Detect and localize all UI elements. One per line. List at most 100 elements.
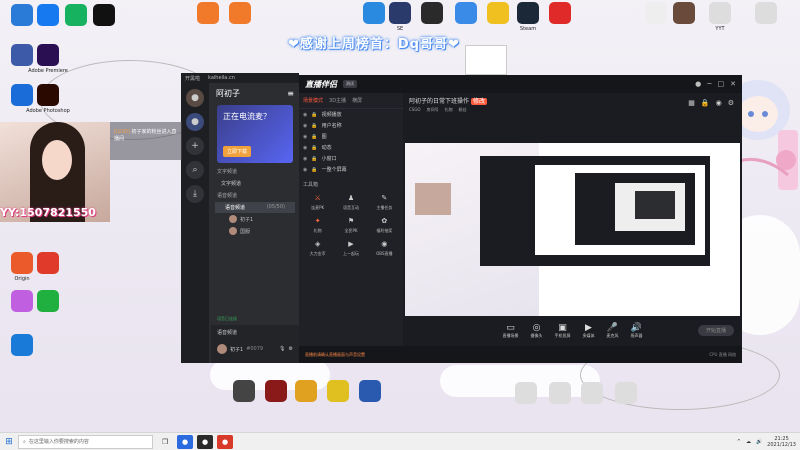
edit-title-button[interactable]: 修改	[470, 98, 487, 105]
media-button[interactable]: ▶ 多媒体	[583, 323, 595, 339]
channel-item[interactable]: 文字频道	[211, 178, 299, 189]
lock-icon[interactable]: 🔒	[311, 123, 317, 129]
browser-taskbar-icon[interactable]: ●	[217, 434, 233, 449]
source-list: ◉ 🔒 视频播放 ◉ 🔒 用户名称 ◉ 🔒 图 ◉ 🔒 动态 ◉ 🔒 小窗口 ◉ 🔒 一整个屏幕	[299, 109, 403, 175]
mic-icon[interactable]: 🎙	[279, 346, 285, 352]
tool-button[interactable]: ◈ 大力金币	[303, 238, 332, 257]
tab-3d[interactable]: 3D主播	[329, 97, 346, 104]
settings-icon[interactable]: ⚙	[289, 346, 293, 352]
server-avatar[interactable]: ●	[186, 113, 204, 131]
microphone-button[interactable]: 🎤 麦克风	[607, 323, 619, 339]
desktop-icon[interactable]	[26, 252, 70, 276]
tool-icon: ⚑	[347, 217, 355, 225]
search-input[interactable]: ⌕ 在这里输入你要搜索的内容	[18, 434, 153, 449]
tab-landscape[interactable]: 横屏	[352, 97, 362, 104]
banner-text: ❤感谢上周榜首：Dq哥哥❤	[288, 37, 460, 52]
eye-icon[interactable]: ◉	[303, 145, 307, 151]
speaker-button[interactable]: 🔊 扬声器	[631, 323, 643, 339]
desktop-icon[interactable]	[82, 4, 126, 28]
desktop-icon[interactable]	[218, 2, 262, 26]
network-icon[interactable]: ☁	[746, 439, 751, 445]
source-item[interactable]: ◉ 🔒 一整个屏幕	[299, 164, 403, 175]
source-item[interactable]: ◉ 🔒 动态	[299, 142, 403, 153]
grid-icon[interactable]: ▦	[688, 99, 695, 107]
go-live-button[interactable]: 开始直播	[697, 325, 734, 336]
tool-icon: ▶	[348, 240, 354, 248]
search-icon[interactable]: ⌕	[186, 161, 204, 179]
taskview-icon[interactable]: ❐	[157, 435, 173, 449]
eye-icon[interactable]: ◉	[303, 156, 307, 162]
volume-icon[interactable]: 🔊	[756, 439, 762, 445]
eye-icon[interactable]: ◉	[716, 99, 722, 107]
stream-badge[interactable]: 测试	[343, 80, 357, 88]
lock-icon[interactable]: 🔒	[311, 156, 317, 162]
tool-button[interactable]: ⚔ 连麦PK	[303, 192, 332, 211]
preview-toolbar: ▦ 🔒 ◉ ⚙	[688, 99, 734, 107]
download-icon[interactable]: ⤓	[186, 185, 204, 203]
scene-button[interactable]: ▭ 直播场景	[503, 323, 519, 339]
promo-download-button[interactable]: 立即下载	[223, 146, 252, 157]
tool-button[interactable]: ✦ 礼物	[303, 215, 332, 234]
windows-start-icon[interactable]: ⊞	[0, 437, 18, 447]
desktop-icon[interactable]	[0, 334, 44, 358]
voice-member[interactable]: 初子1	[211, 213, 299, 225]
eye-icon[interactable]: ◉	[303, 112, 307, 118]
channel-section[interactable]: 文字频道	[211, 165, 299, 178]
add-server-icon[interactable]: +	[186, 137, 204, 155]
desktop-icon[interactable]	[538, 2, 582, 26]
preview-canvas[interactable]	[405, 143, 740, 316]
tool-label: 大力金币	[309, 251, 326, 256]
user-avatar-icon[interactable]: ●	[695, 80, 701, 88]
lock-icon[interactable]: 🔒	[311, 112, 317, 118]
desktop-icon[interactable]	[26, 290, 70, 314]
tool-icon: ♟	[347, 194, 355, 202]
source-item[interactable]: ◉ 🔒 用户名称	[299, 120, 403, 131]
voice-channel-item[interactable]: 语音频道 (05/50)	[215, 202, 295, 213]
tool-button[interactable]: ▶ 上一起玩	[336, 238, 365, 257]
menu-icon[interactable]: ≡	[287, 89, 294, 98]
voice-member[interactable]: 国服	[211, 225, 299, 237]
server-avatar[interactable]: ●	[186, 89, 204, 107]
lock-icon[interactable]: 🔒	[701, 99, 710, 107]
tool-button[interactable]: ✎ 主播任务	[370, 192, 399, 211]
status-right: CPU 直播 网络	[709, 351, 736, 357]
desktop-icon[interactable]: Adobe Photoshop	[26, 84, 70, 114]
desktop-icon[interactable]	[744, 2, 788, 26]
eye-icon[interactable]: ◉	[303, 123, 307, 129]
tab-scene[interactable]: 场景模式	[303, 97, 323, 104]
settings-icon[interactable]: ⚙	[728, 99, 734, 107]
server-header[interactable]: 阿初子 ≡	[211, 83, 299, 103]
source-item[interactable]: ◉ 🔒 视频播放	[299, 109, 403, 120]
desktop-icon[interactable]: Adobe Premiere	[26, 44, 70, 74]
tool-button[interactable]: ✿ 福利抽奖	[370, 215, 399, 234]
desktop-icon[interactable]: YYT	[698, 2, 742, 32]
camera-button[interactable]: ◎ 摄像头	[531, 323, 543, 339]
desktop-icon[interactable]	[604, 382, 648, 406]
source-name: 动态	[321, 145, 332, 151]
phone-cast-button[interactable]: ▣ 手机投屏	[555, 323, 571, 339]
avatar	[229, 215, 237, 223]
eye-icon[interactable]: ◉	[303, 167, 307, 173]
channel-section[interactable]: 语音频道	[211, 189, 299, 202]
tool-button[interactable]: ♟ 语音互动	[336, 192, 365, 211]
source-item[interactable]: ◉ 🔒 图	[299, 131, 403, 142]
tool-label: 全民PK	[344, 228, 358, 233]
close-icon[interactable]: ✕	[730, 80, 736, 88]
app-icon	[37, 44, 59, 66]
tool-button[interactable]: ◉ OBS直播	[370, 238, 399, 257]
tool-icon: ✿	[381, 217, 388, 225]
clock[interactable]: 21:25 2021/12/13	[767, 436, 796, 448]
source-item[interactable]: ◉ 🔒 小窗口	[299, 153, 403, 164]
tray-arrow-icon[interactable]: ^	[737, 439, 741, 445]
lock-icon[interactable]: 🔒	[311, 134, 317, 140]
stream-app-taskbar-icon[interactable]: ●	[197, 434, 213, 449]
eye-icon[interactable]: ◉	[303, 134, 307, 140]
minimize-icon[interactable]: ─	[707, 80, 711, 88]
maximize-icon[interactable]: □	[718, 80, 725, 88]
lock-icon[interactable]: 🔒	[311, 167, 317, 173]
lock-icon[interactable]: 🔒	[311, 145, 317, 151]
tool-button[interactable]: ⚑ 全民PK	[336, 215, 365, 234]
desktop-icon[interactable]	[348, 380, 392, 404]
bottom-toolbar: ▭ 直播场景 ◎ 摄像头 ▣ 手机投屏 ▶ 多媒体 🎤 麦克风 🔊 扬声器 开始直播	[403, 316, 742, 346]
chat-app-taskbar-icon[interactable]: ●	[177, 434, 193, 449]
